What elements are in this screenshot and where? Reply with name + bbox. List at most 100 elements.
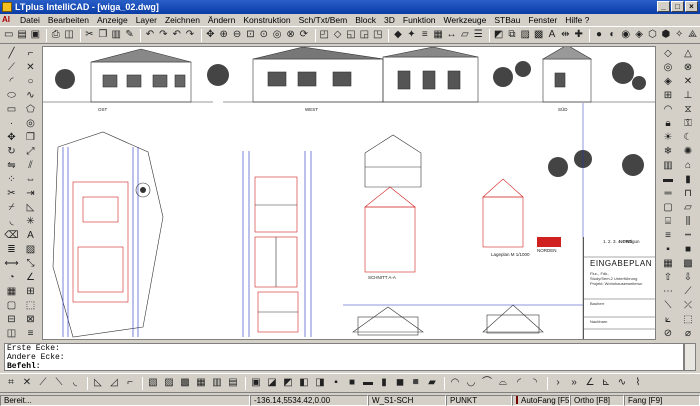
snap-quadrant-icon[interactable]: ◈ bbox=[658, 74, 678, 88]
hatch-a-icon[interactable]: ▧ bbox=[146, 376, 160, 390]
fill-b-icon[interactable]: ◪ bbox=[265, 376, 279, 390]
room-icon[interactable]: ▢ bbox=[658, 200, 678, 214]
menu-hilfe[interactable]: Hilfe ? bbox=[561, 15, 593, 25]
trim-icon[interactable]: ✂ bbox=[2, 186, 21, 200]
view-back-icon[interactable]: ◳ bbox=[372, 28, 383, 42]
break-icon[interactable]: ⌿ bbox=[2, 200, 21, 214]
save-icon[interactable]: ▣ bbox=[30, 28, 41, 42]
hatch-dark-icon[interactable]: ▩ bbox=[678, 256, 698, 270]
erase-icon[interactable]: ⌫ bbox=[2, 228, 21, 242]
dim-linear-icon[interactable]: ⟷ bbox=[2, 256, 21, 270]
command-prompt[interactable]: Befehl: bbox=[7, 362, 683, 371]
mirror-icon[interactable]: ⇋ bbox=[2, 158, 21, 172]
layer-icon[interactable]: ≡ bbox=[419, 28, 430, 42]
tool-d-icon[interactable]: ✧ bbox=[674, 28, 685, 42]
paste-icon[interactable]: ▥ bbox=[111, 28, 122, 42]
menu-datei[interactable]: Datei bbox=[16, 15, 44, 25]
hatch-e-icon[interactable]: ▥ bbox=[210, 376, 224, 390]
text-tool-icon[interactable]: A bbox=[21, 228, 40, 242]
osnap-settings-icon[interactable]: ⌗ bbox=[4, 376, 18, 390]
tool-v-icon[interactable]: ⟀ bbox=[658, 312, 678, 326]
view-top-icon[interactable]: ◰ bbox=[319, 28, 330, 42]
line-type-icon[interactable]: ┅ bbox=[678, 228, 698, 242]
menu-layer[interactable]: Layer bbox=[132, 15, 161, 25]
zoom-previous-icon[interactable]: ◎ bbox=[271, 28, 282, 42]
chevron-double-icon[interactable]: » bbox=[567, 376, 581, 390]
dim-radius-icon[interactable]: ◔ bbox=[2, 270, 21, 284]
osnap-b-icon[interactable]: ◿ bbox=[107, 376, 121, 390]
zoom-in-icon[interactable]: ⊕ bbox=[218, 28, 229, 42]
snap-nearest-icon[interactable]: ⧖ bbox=[678, 102, 698, 116]
arc-d-icon[interactable]: ⌓ bbox=[496, 376, 510, 390]
arc-icon[interactable]: ◜ bbox=[2, 74, 21, 88]
view-side-icon[interactable]: ◲ bbox=[359, 28, 370, 42]
array-icon[interactable]: ⁘ bbox=[2, 172, 21, 186]
tool-z-icon[interactable]: ⟍ bbox=[658, 298, 678, 312]
status-point-style[interactable]: PUNKT bbox=[446, 394, 512, 406]
osnap-clear-icon[interactable]: ✕ bbox=[20, 376, 34, 390]
layer-on-icon[interactable]: ☀ bbox=[658, 130, 678, 144]
fill-l-icon[interactable]: ▰ bbox=[425, 376, 439, 390]
minimize-button[interactable]: _ bbox=[657, 1, 670, 12]
dim-angle-icon[interactable]: ∠ bbox=[21, 270, 40, 284]
tool-y-icon[interactable]: ⟋ bbox=[678, 284, 698, 298]
menu-werkzeuge[interactable]: Werkzeuge bbox=[440, 15, 491, 25]
snap-endpoint-icon[interactable]: ◇ bbox=[658, 46, 678, 60]
area-icon[interactable]: ▱ bbox=[459, 28, 470, 42]
hatch-f-icon[interactable]: ▤ bbox=[226, 376, 240, 390]
xref-icon[interactable]: ⧉ bbox=[506, 28, 517, 42]
close-button[interactable]: × bbox=[685, 1, 698, 12]
fill-e-icon[interactable]: ◨ bbox=[313, 376, 327, 390]
maximize-button[interactable]: □ bbox=[671, 1, 684, 12]
offset-icon[interactable]: ⫽ bbox=[21, 158, 40, 172]
stair-icon[interactable]: ≡ bbox=[21, 326, 40, 340]
menu-stbau[interactable]: STBau bbox=[490, 15, 524, 25]
text-icon[interactable]: A bbox=[546, 28, 557, 42]
redo-icon[interactable]: ↷ bbox=[158, 28, 169, 42]
tool-u-icon[interactable]: ⬚ bbox=[678, 312, 698, 326]
arrow-down-icon[interactable]: ⇩ bbox=[678, 270, 698, 284]
menu-zeichnen[interactable]: Zeichnen bbox=[161, 15, 204, 25]
angle-a-icon[interactable]: ∠ bbox=[583, 376, 597, 390]
stair-tool-icon[interactable]: ⌸ bbox=[658, 214, 678, 228]
fill-f-icon[interactable]: ▪ bbox=[329, 376, 343, 390]
hatch-b-icon[interactable]: ▨ bbox=[162, 376, 176, 390]
circle-icon[interactable]: ○ bbox=[21, 74, 40, 88]
fillet-icon[interactable]: ◟ bbox=[2, 214, 21, 228]
menu-bearbeiten[interactable]: Bearbeiten bbox=[44, 15, 93, 25]
undo-multiple-icon[interactable]: ↶ bbox=[171, 28, 182, 42]
properties-icon[interactable]: ▦ bbox=[432, 28, 443, 42]
menu-aendern[interactable]: Ändern bbox=[204, 15, 239, 25]
arc-b-icon[interactable]: ◡ bbox=[464, 376, 478, 390]
slab-icon[interactable]: ▬ bbox=[658, 172, 678, 186]
sphere-icon[interactable]: ◉ bbox=[620, 28, 631, 42]
ray-icon[interactable]: ⟋ bbox=[2, 60, 21, 74]
fill-c-icon[interactable]: ◩ bbox=[281, 376, 295, 390]
railing-icon[interactable]: ⫼ bbox=[678, 214, 698, 228]
lock-icon[interactable]: 🔒︎ bbox=[658, 116, 678, 130]
extend-icon[interactable]: ⇥ bbox=[21, 186, 40, 200]
freeze-icon[interactable]: ❄ bbox=[658, 144, 678, 158]
open-folder-icon[interactable]: ▤ bbox=[16, 28, 27, 42]
polyline-icon[interactable]: ⌐ bbox=[21, 46, 40, 60]
opening-icon[interactable]: ⊓ bbox=[678, 186, 698, 200]
snap-perpendicular-icon[interactable]: ⊥ bbox=[678, 88, 698, 102]
redo-multiple-icon[interactable]: ↷ bbox=[184, 28, 195, 42]
fill-h-icon[interactable]: ▬ bbox=[361, 376, 375, 390]
arrow-up-icon[interactable]: ⇧ bbox=[658, 270, 678, 284]
window-a-icon[interactable]: ⊟ bbox=[2, 312, 21, 326]
image-icon[interactable]: ▨ bbox=[520, 28, 531, 42]
new-file-icon[interactable]: ▭ bbox=[3, 28, 14, 42]
snap-intersection-icon[interactable]: ✕ bbox=[678, 74, 698, 88]
stretch-icon[interactable]: ⇔ bbox=[21, 172, 40, 186]
hatch-tool-icon[interactable]: ▨ bbox=[21, 242, 40, 256]
tool-w-icon[interactable]: ⤫ bbox=[678, 298, 698, 312]
tool-x-icon[interactable]: ⋯ bbox=[658, 284, 678, 298]
explode-icon[interactable]: ✳ bbox=[21, 214, 40, 228]
snap-center-icon[interactable]: ◎ bbox=[658, 60, 678, 74]
drawing-canvas[interactable]: OST WEST SÜD NORD SCHNITT A-A Lageplan M… bbox=[42, 46, 656, 340]
layer-off-icon[interactable]: ☾ bbox=[678, 130, 698, 144]
copy-icon[interactable]: ❐ bbox=[97, 28, 108, 42]
hatch-icon[interactable]: ▩ bbox=[533, 28, 544, 42]
zoom-all-icon[interactable]: ⊗ bbox=[285, 28, 296, 42]
